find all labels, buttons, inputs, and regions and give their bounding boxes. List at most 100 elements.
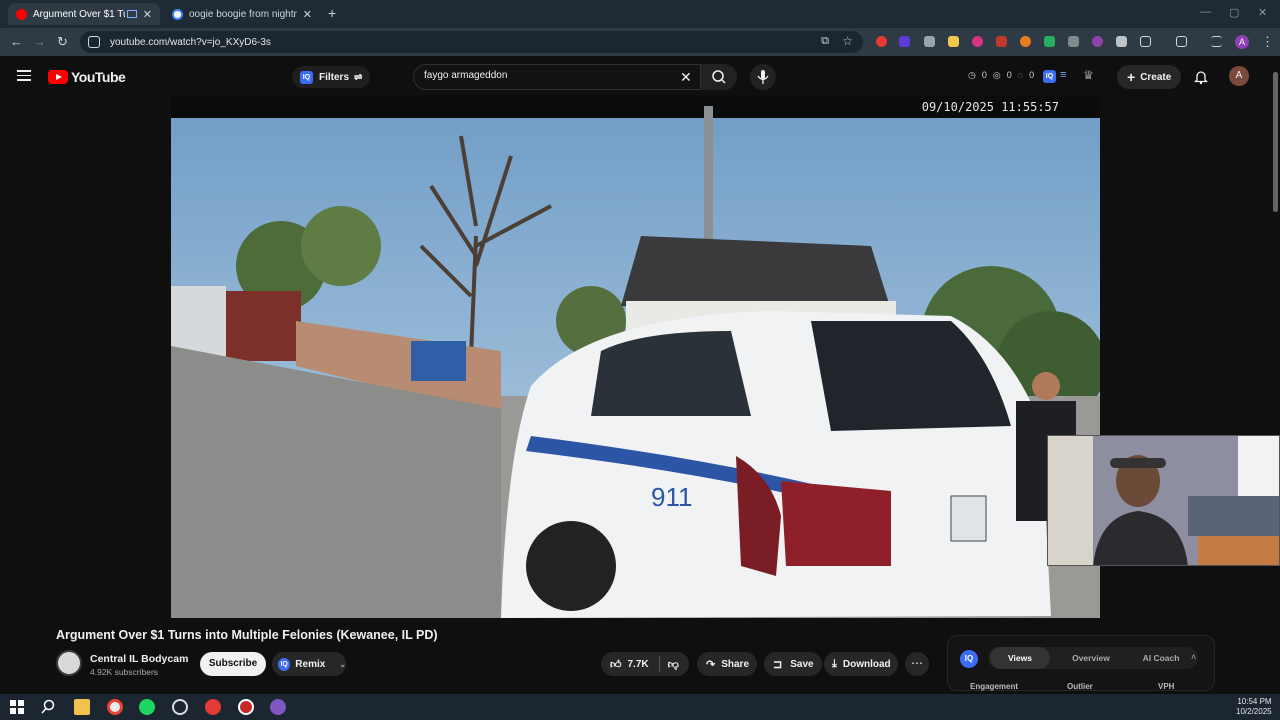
extensions-puzzle-icon[interactable] [1140,36,1151,47]
filters-button[interactable]: IQ Filters ⇌ [292,66,371,88]
tab-ai-coach[interactable]: AI Coach [1128,647,1194,669]
youtube-play-icon [48,70,68,84]
pokeball-app-icon[interactable] [205,699,221,715]
save-button[interactable]: ⊐ Save [764,652,822,676]
tab-views[interactable]: Views [990,647,1050,669]
clear-search-icon[interactable]: ✕ [680,69,692,86]
windows-taskbar [0,694,1280,720]
stat-circle-icon: ◌ [1017,70,1024,80]
download-button[interactable]: ⤓ Download [824,652,898,676]
forward-icon[interactable]: → [33,34,46,49]
side-panel-icon[interactable] [1176,36,1187,47]
create-label: Create [1140,71,1172,83]
install-app-icon[interactable]: ⧉ [821,35,829,48]
taskbar-clock[interactable]: 10:54 PM 10/2/2025 [1236,697,1272,717]
subscriber-count: 4.92K subscribers [90,667,159,677]
account-avatar[interactable]: A [1229,66,1249,86]
search-icon[interactable] [40,699,56,715]
reading-list-icon[interactable] [1211,36,1222,47]
search-box[interactable]: ✕ [413,64,701,90]
close-tab-icon[interactable]: ✕ [143,8,152,21]
notifications-bell-icon[interactable] [1194,69,1208,85]
extension-icon[interactable] [1092,36,1103,47]
reload-icon[interactable]: ↻ [57,34,68,50]
channel-avatar[interactable] [56,650,82,676]
tab-overview[interactable]: Overview [1058,647,1124,669]
voice-search-button[interactable] [750,64,776,90]
extension-icon[interactable] [972,36,983,47]
sliders-icon: ⇌ [354,71,363,83]
stat-value: 0 [1006,70,1012,80]
youtube-logo[interactable]: YouTube [48,69,126,85]
download-icon: ⤓ [832,657,837,670]
like-dislike-group: 👍︎ 7.7K 👎︎ [601,652,689,676]
video-player[interactable]: 911 09/10/2025 11:55:57 [171,96,1100,618]
spotify-icon[interactable] [139,699,155,715]
column-engagement: Engagement [970,682,1019,691]
tab-title: oogie boogie from nightmare b [189,8,297,20]
extension-stats[interactable]: ◷ 0 ◎ 0 ◌ 0 [968,70,1034,81]
browser-profile-avatar[interactable]: A [1235,35,1249,49]
download-label: Download [842,658,891,670]
trophy-icon[interactable]: ♕ [1083,68,1094,82]
like-icon[interactable]: 👍︎ [610,658,622,671]
subscribe-button[interactable]: Subscribe [200,652,266,676]
new-tab-icon[interactable]: + [328,5,336,21]
windows-start-icon[interactable] [9,699,25,715]
extension-icon[interactable] [1116,36,1127,47]
tab-youtube-video[interactable]: Argument Over $1 Turns in ✕ [8,3,160,25]
app-icon[interactable] [270,699,286,715]
remix-button[interactable]: IQ Remix ⌄ [272,652,346,676]
extension-icon[interactable] [1068,36,1079,47]
channel-name[interactable]: Central IL Bodycam [90,653,188,665]
extension-icon[interactable] [996,36,1007,47]
close-window-icon[interactable]: ✕ [1258,6,1267,19]
clock-date: 10/2/2025 [1236,707,1272,716]
extension-icon[interactable] [924,36,935,47]
close-tab-icon[interactable]: ✕ [303,8,312,21]
share-button[interactable]: ↷ Share [697,652,757,676]
create-button[interactable]: + Create [1117,65,1182,89]
like-count[interactable]: 7.7K [628,659,649,670]
iq-extension-icon: IQ [300,70,313,84]
list-icon[interactable]: ≡ [1060,69,1066,81]
search-icon [712,70,726,84]
webcam-frame [1048,436,1279,565]
more-actions-button[interactable]: ⋯ [905,652,929,676]
menu-hamburger-icon[interactable] [17,70,31,84]
stat-value: 0 [981,70,987,80]
bookmark-star-icon[interactable]: ☆ [842,34,853,48]
browser-menu-icon[interactable]: ⋮ [1261,34,1274,50]
search-button[interactable] [701,64,737,90]
iq-toolbar-icon[interactable]: IQ [1043,70,1056,83]
app-icon[interactable] [238,699,254,715]
browser-tab-bar: Argument Over $1 Turns in ✕ oogie boogie… [0,0,1280,28]
svg-text:911: 911 [651,482,692,512]
page-scrollbar[interactable] [1270,62,1280,694]
site-info-icon[interactable] [88,36,100,48]
collapse-chevron-icon[interactable]: ˄ [1191,652,1196,662]
search-input[interactable] [424,70,674,81]
extension-icon[interactable] [899,36,910,47]
maximize-icon[interactable]: ▢ [1229,6,1239,19]
tab-google-search[interactable]: oogie boogie from nightmare b ✕ [164,3,320,25]
scrollbar-thumb[interactable] [1273,72,1278,212]
chrome-icon[interactable] [107,699,123,715]
extension-icon[interactable] [1044,36,1055,47]
video-title: Argument Over $1 Turns into Multiple Fel… [56,628,438,642]
share-arrow-icon: ↷ [706,658,716,671]
address-bar[interactable]: youtube.com/watch?v=jo_KXyD6-3s ⧉ ☆ [80,31,863,53]
dislike-icon[interactable]: 👎︎ [668,658,679,671]
youtube-favicon-icon [16,8,27,20]
clock-time: 10:54 PM [1237,697,1272,706]
file-explorer-icon[interactable] [74,699,90,715]
back-icon[interactable]: ← [10,34,23,49]
chevron-down-icon: ⌄ [339,659,346,669]
remix-label: Remix [295,658,326,670]
column-vph: VPH [1158,682,1175,691]
extension-icon[interactable] [876,36,887,47]
app-icon[interactable] [172,699,188,715]
minimize-icon[interactable]: — [1200,6,1211,18]
extension-icon[interactable] [948,36,959,47]
extension-icon[interactable] [1020,36,1031,47]
